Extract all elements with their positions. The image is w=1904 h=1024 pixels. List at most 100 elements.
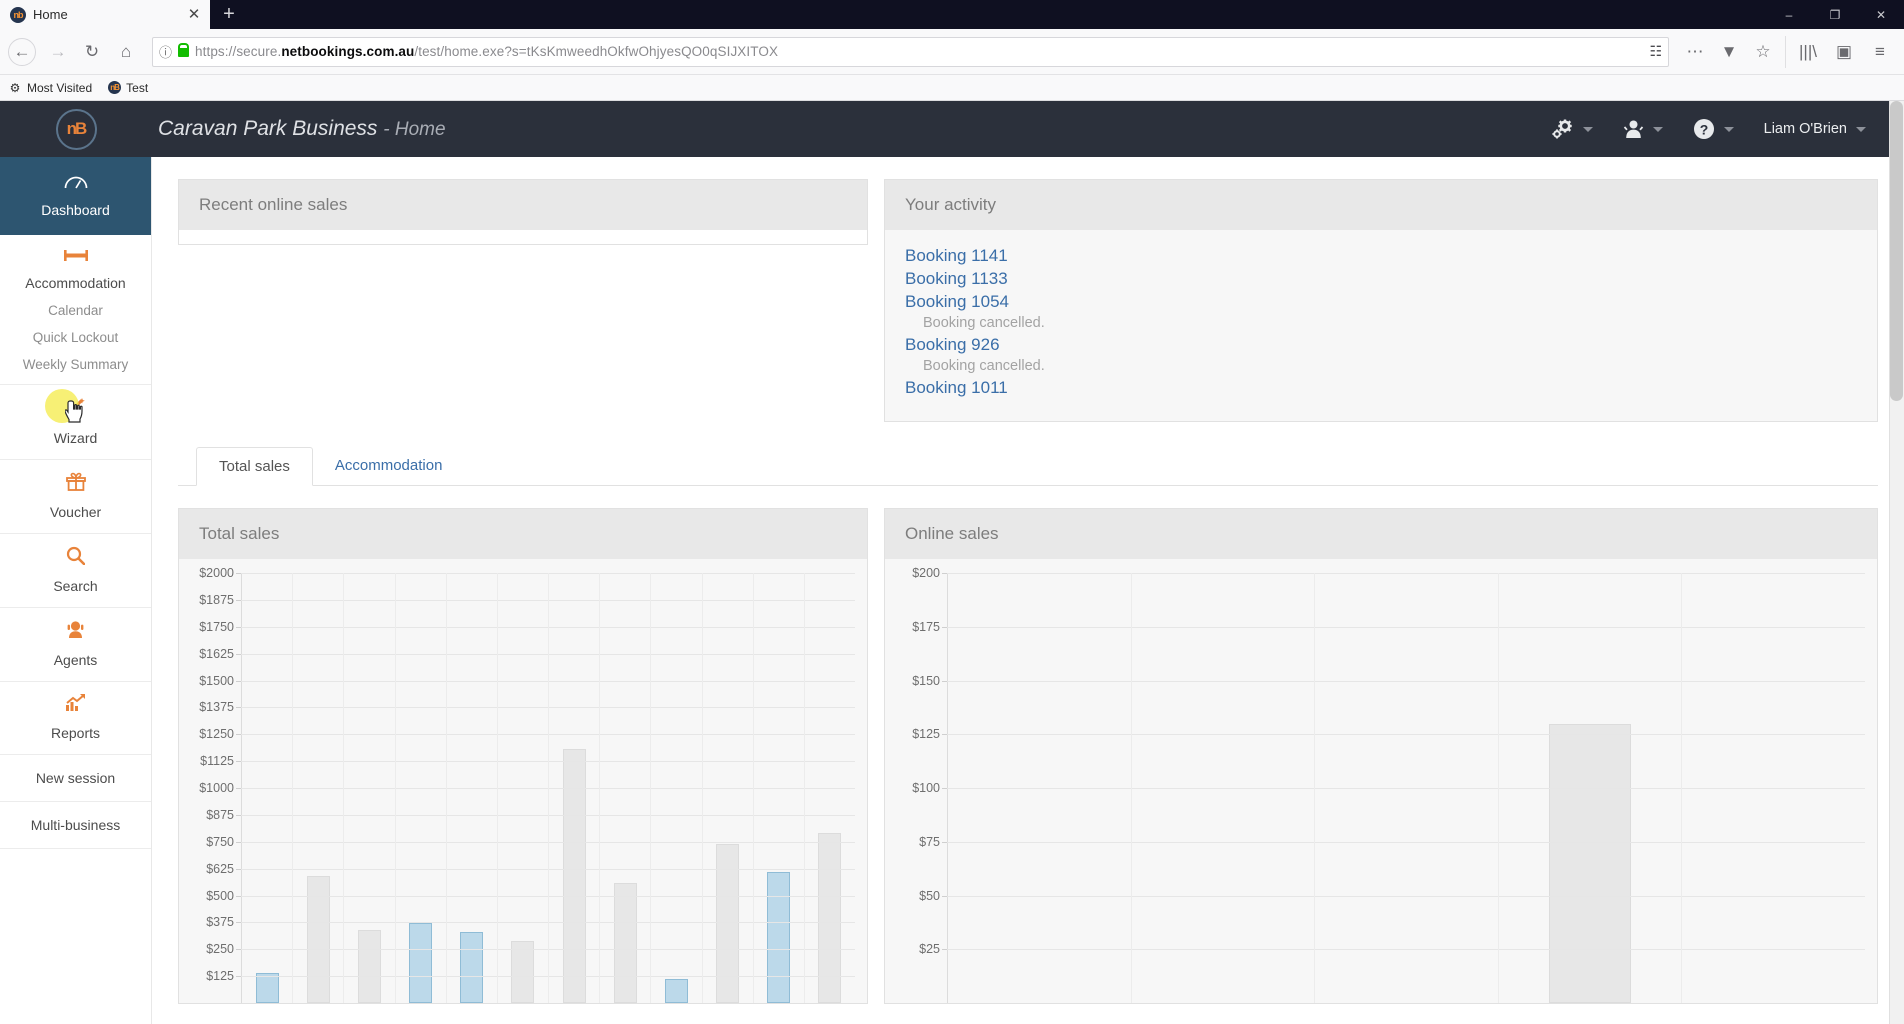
gridline <box>947 895 1865 897</box>
scrollbar-thumb[interactable] <box>1890 101 1903 401</box>
new-tab-button[interactable]: + <box>210 0 248 29</box>
activity-link[interactable]: Booking 1054 <box>905 292 1857 312</box>
toolbar-right: |||\ ▣ ≡ <box>1785 35 1896 68</box>
bookmark-test[interactable]: nB Test <box>108 81 148 95</box>
activity-link[interactable]: Booking 1011 <box>905 378 1857 398</box>
online-sales-plot-area: $200 $175 $150 $125 $100 $75 $50 $25 <box>885 559 1877 1003</box>
menu-icon[interactable]: ≡ <box>1864 36 1896 68</box>
vertical-gridline <box>548 573 549 1003</box>
activity-link[interactable]: Booking 926 <box>905 335 1857 355</box>
close-window-icon[interactable]: ✕ <box>1858 0 1904 29</box>
back-icon[interactable]: ← <box>8 37 36 66</box>
recent-online-sales-panel: Recent online sales <box>178 179 868 245</box>
y-tick-label: $250 <box>206 942 234 957</box>
forward-icon[interactable]: → <box>42 36 74 68</box>
vertical-gridline <box>394 573 396 1003</box>
chart-title: Total sales <box>179 509 867 559</box>
site-info-icon[interactable]: ⓘ <box>159 42 172 61</box>
sidebar-item-reports[interactable]: Reports <box>0 682 151 755</box>
sidebar-item-multi-business[interactable]: Multi-business <box>0 802 151 849</box>
your-activity-panel: Your activity Booking 1141 Booking 1133 … <box>884 179 1878 422</box>
bookmarks-bar: ⚙ Most Visited nB Test <box>0 75 1904 101</box>
home-icon[interactable]: ⌂ <box>110 36 142 68</box>
sidebar-subitem-weekly-summary[interactable]: Weekly Summary <box>0 351 151 378</box>
y-tick-label: $75 <box>919 834 940 849</box>
tab-total-sales[interactable]: Total sales <box>196 447 313 486</box>
sidebar-item-accommodation[interactable]: Accommodation <box>0 235 151 297</box>
bar[interactable] <box>256 972 280 1003</box>
sidebar-icon[interactable]: ▣ <box>1828 36 1860 68</box>
tab-strip: nb Home ✕ + – ❐ ✕ <box>0 0 1904 29</box>
maximize-icon[interactable]: ❐ <box>1812 0 1858 29</box>
settings-menu[interactable] <box>1552 119 1593 139</box>
page-content: nB Caravan Park Business - Home ? Liam O… <box>0 101 1904 1024</box>
sidebar-subitem-quick-lockout[interactable]: Quick Lockout <box>0 324 151 351</box>
bar[interactable] <box>1548 723 1632 1003</box>
vertical-gridline <box>1314 573 1316 1003</box>
url-bar[interactable]: ⓘ https://secure.netbookings.com.au/test… <box>152 36 1669 67</box>
tab-accommodation[interactable]: Accommodation <box>313 447 465 486</box>
library-icon[interactable]: |||\ <box>1792 36 1824 68</box>
chevron-down-icon <box>1723 126 1734 132</box>
sidebar-item-agents[interactable]: Agents <box>0 608 151 682</box>
online-sales-plot[interactable]: $200 $175 $150 $125 $100 $75 $50 $25 <box>912 566 1865 1003</box>
total-sales-plot[interactable]: $2000 $1875 $1750 $1625 $1500 $1375 $1250 $1125… <box>199 566 855 1003</box>
sidebar-item-new-session[interactable]: New session <box>0 755 151 802</box>
activity-link[interactable]: Booking 1141 <box>905 246 1857 266</box>
page-name: - Home <box>383 119 446 140</box>
bar[interactable] <box>613 882 637 1003</box>
sidebar-item-label: Dashboard <box>41 202 110 218</box>
reload-icon[interactable]: ↻ <box>76 36 108 68</box>
browser-tab-home[interactable]: nb Home ✕ <box>0 0 210 29</box>
close-icon[interactable]: ✕ <box>186 7 202 22</box>
sidebar-item-label: Agents <box>53 652 98 668</box>
sidebar-item-voucher[interactable]: Voucher <box>0 460 151 534</box>
minimize-icon[interactable]: – <box>1766 0 1812 29</box>
sidebar-item-label: Search <box>53 578 98 594</box>
bar[interactable] <box>766 871 790 1003</box>
activity-link[interactable]: Booking 1133 <box>905 269 1857 289</box>
account-menu[interactable]: Liam O'Brien <box>1764 121 1866 137</box>
bar[interactable] <box>358 929 382 1003</box>
pocket-icon[interactable]: ▼ <box>1713 36 1745 68</box>
bookmark-most-visited[interactable]: ⚙ Most Visited <box>8 81 93 95</box>
user-admin-menu[interactable] <box>1623 119 1663 139</box>
chart-growth-icon <box>4 694 147 716</box>
activity-note: Booking cancelled. <box>923 315 1045 331</box>
sidebar-subitem-calendar[interactable]: Calendar <box>0 297 151 324</box>
url-text: https://secure.netbookings.com.au/test/h… <box>195 44 1635 59</box>
vertical-gridline <box>1497 573 1499 1003</box>
activity-list: Booking 1141 Booking 1133 Booking 1054 B… <box>885 230 1877 421</box>
bar[interactable] <box>664 979 688 1003</box>
app-logo[interactable]: nB <box>0 101 152 157</box>
vertical-gridline <box>599 573 601 1003</box>
bar[interactable] <box>409 923 433 1003</box>
vertical-gridline <box>1681 573 1683 1003</box>
reader-mode-icon[interactable]: ☷ <box>1649 43 1662 60</box>
gridline <box>947 734 1865 736</box>
sidebar-item-label: Reports <box>50 725 101 741</box>
y-tick-label: $1750 <box>199 619 234 634</box>
help-menu[interactable]: ? <box>1693 118 1734 140</box>
gears-icon <box>1552 119 1572 139</box>
sidebar-item-dashboard[interactable]: Dashboard <box>0 157 151 235</box>
page-scrollbar[interactable] <box>1889 101 1904 1024</box>
vertical-gridline <box>701 573 703 1003</box>
bar[interactable] <box>817 833 841 1003</box>
y-tick-label: $875 <box>206 807 234 822</box>
bar[interactable] <box>460 932 484 1003</box>
y-tick-label: $150 <box>912 673 940 688</box>
page-actions-icon[interactable]: ⋯ <box>1679 36 1711 68</box>
url-bar-icons: ☷ <box>1641 43 1662 60</box>
y-tick-label: $625 <box>206 861 234 876</box>
sidebar-item-search[interactable]: Search <box>0 534 151 608</box>
y-tick-label: $1500 <box>199 673 234 688</box>
vertical-gridline <box>496 573 498 1003</box>
chevron-down-icon <box>1652 126 1663 132</box>
nb-favicon-icon: nb <box>10 6 26 23</box>
vertical-gridline <box>803 573 805 1003</box>
lock-icon <box>178 43 190 57</box>
body-area: Dashboard Accommodation Calendar Quick L… <box>0 157 1904 1024</box>
bookmark-star-icon[interactable]: ☆ <box>1747 36 1779 68</box>
url-path: /test/home.exe?s=tKsKmweedhOkfwOhjyesQO0… <box>414 44 779 59</box>
